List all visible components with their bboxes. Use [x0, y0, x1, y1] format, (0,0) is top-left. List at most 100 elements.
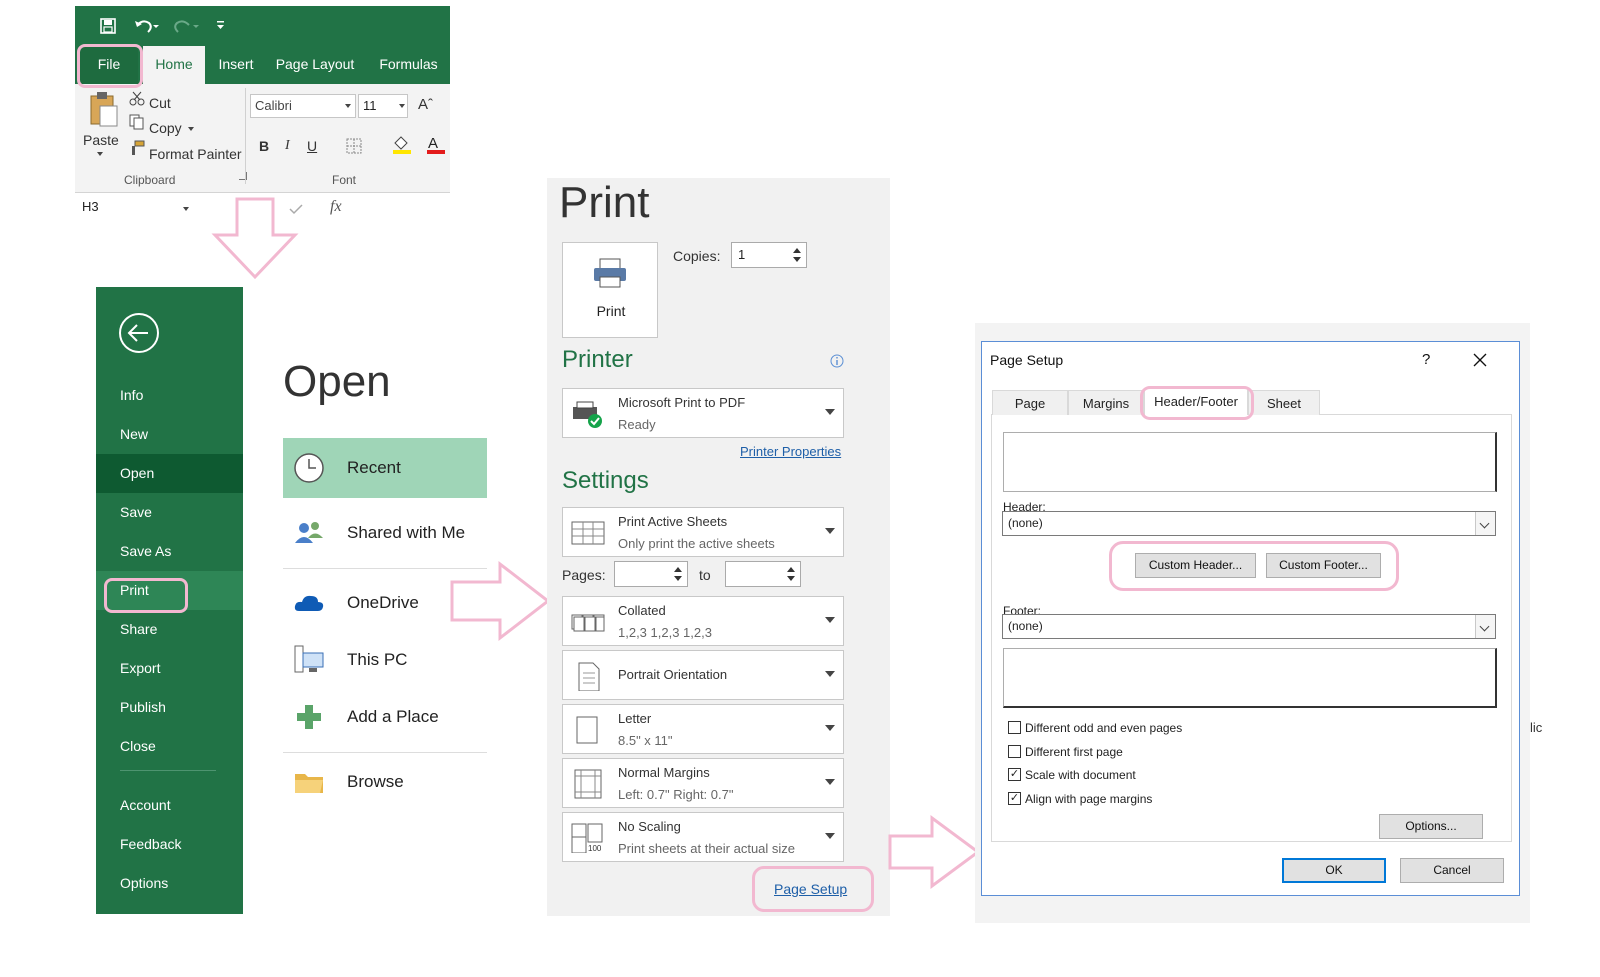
redo-icon[interactable]	[173, 17, 203, 35]
nav-options[interactable]: Options	[96, 864, 243, 903]
copy-icon[interactable]	[129, 114, 145, 130]
location-onedrive-label: OneDrive	[347, 593, 419, 612]
font-color-icon[interactable]: A	[425, 133, 447, 155]
spin-down-icon[interactable]	[793, 257, 801, 262]
pages-from-spinner[interactable]	[614, 561, 688, 587]
nav-new[interactable]: New	[96, 415, 243, 454]
copy-button[interactable]: Copy	[149, 120, 182, 136]
pages-to-spinner[interactable]	[725, 561, 801, 587]
name-box-dropdown-icon[interactable]	[183, 207, 189, 211]
footer-preview	[1003, 648, 1497, 708]
printer-status: Ready	[618, 417, 656, 432]
checkbox-first-page[interactable]	[1008, 745, 1021, 758]
tab-margins[interactable]: Margins	[1068, 390, 1144, 415]
nav-feedback[interactable]: Feedback	[96, 825, 243, 864]
cut-button[interactable]: Cut	[149, 95, 171, 111]
location-browse-label: Browse	[347, 772, 404, 791]
checkbox-scale-label: Scale with document	[1025, 768, 1136, 782]
pdf-printer-icon	[573, 401, 602, 428]
ok-button[interactable]: OK	[1282, 858, 1386, 883]
spin-up-icon[interactable]	[787, 567, 795, 572]
underline-button[interactable]: U	[307, 138, 317, 154]
italic-button[interactable]: I	[285, 138, 290, 154]
undo-icon[interactable]	[133, 17, 159, 35]
tab-sheet[interactable]: Sheet	[1248, 390, 1320, 415]
tab-page[interactable]: Page	[992, 390, 1068, 415]
insert-function-icon[interactable]: fx	[330, 198, 342, 216]
font-name-box[interactable]: Calibri	[250, 94, 356, 118]
copies-spinner[interactable]: 1	[731, 242, 807, 268]
copy-dropdown-icon[interactable]	[188, 127, 194, 131]
location-recent[interactable]: Recent	[283, 438, 487, 498]
close-icon[interactable]	[1473, 353, 1487, 367]
spin-up-icon[interactable]	[793, 248, 801, 253]
save-icon[interactable]	[99, 17, 117, 35]
checkbox-align-margins[interactable]: ✓	[1008, 792, 1021, 805]
orientation-dropdown[interactable]: Portrait Orientation	[562, 650, 844, 700]
spin-down-icon[interactable]	[787, 576, 795, 581]
location-add-place[interactable]: Add a Place	[283, 687, 487, 747]
customize-toolbar-icon[interactable]	[216, 20, 226, 32]
header-preview	[1003, 432, 1497, 492]
nav-share[interactable]: Share	[96, 610, 243, 649]
nav-close[interactable]: Close	[96, 727, 243, 766]
collation-dropdown[interactable]: Collated 1,2,3 1,2,3 1,2,3	[562, 596, 844, 646]
portrait-icon	[578, 662, 600, 691]
fill-color-icon[interactable]	[391, 133, 413, 155]
dropdown-caret-icon	[825, 617, 835, 623]
paper-size-dropdown[interactable]: Letter 8.5" x 11"	[562, 704, 844, 754]
location-shared[interactable]: Shared with Me	[283, 503, 487, 563]
paste-dropdown-icon[interactable]	[97, 152, 103, 156]
nav-publish[interactable]: Publish	[96, 688, 243, 727]
font-name-dropdown-icon[interactable]	[345, 104, 351, 108]
spin-up-icon[interactable]	[674, 567, 682, 572]
checkbox-scale-with-document[interactable]: ✓	[1008, 768, 1021, 781]
print-button[interactable]: Print	[562, 242, 658, 338]
paste-label[interactable]: Paste	[83, 132, 119, 148]
help-button[interactable]: ?	[1422, 351, 1430, 368]
info-icon[interactable]	[830, 354, 844, 368]
nav-save-as[interactable]: Save As	[96, 532, 243, 571]
spin-down-icon[interactable]	[674, 576, 682, 581]
chevron-down-icon[interactable]	[1475, 512, 1495, 535]
increase-font-icon[interactable]: Aˆ	[418, 96, 433, 113]
paper-icon	[576, 716, 598, 744]
borders-icon[interactable]	[345, 137, 363, 155]
tab-insert[interactable]: Insert	[209, 46, 263, 84]
cut-icon[interactable]	[129, 90, 145, 106]
nav-export[interactable]: Export	[96, 649, 243, 688]
format-painter-icon[interactable]	[129, 140, 145, 156]
svg-text:A: A	[428, 135, 438, 152]
printer-dropdown[interactable]: Microsoft Print to PDF Ready	[562, 388, 844, 438]
location-browse[interactable]: Browse	[283, 752, 487, 812]
tab-formulas[interactable]: Formulas	[367, 46, 450, 84]
nav-open[interactable]: Open	[96, 454, 243, 493]
bold-button[interactable]: B	[259, 138, 269, 154]
tab-page-layout[interactable]: Page Layout	[270, 46, 360, 84]
nav-save[interactable]: Save	[96, 493, 243, 532]
header-select[interactable]: (none)	[1002, 511, 1496, 536]
tab-home[interactable]: Home	[143, 46, 205, 84]
dropdown-caret-icon	[825, 725, 835, 731]
print-button-label: Print	[596, 303, 626, 319]
print-what-desc: Only print the active sheets	[618, 536, 775, 551]
printer-properties-link[interactable]: Printer Properties	[740, 444, 841, 459]
print-what-dropdown[interactable]: Print Active Sheets Only print the activ…	[562, 507, 844, 557]
footer-select[interactable]: (none)	[1002, 614, 1496, 639]
cancel-button[interactable]: Cancel	[1400, 858, 1504, 883]
format-painter-button[interactable]: Format Painter	[149, 146, 242, 162]
options-button[interactable]: Options...	[1379, 814, 1483, 839]
group-divider	[245, 88, 246, 184]
paste-icon[interactable]	[89, 90, 119, 128]
font-size-dropdown-icon[interactable]	[399, 104, 405, 108]
settings-heading: Settings	[562, 467, 649, 494]
nav-info[interactable]: Info	[96, 376, 243, 415]
nav-account[interactable]: Account	[96, 786, 243, 825]
name-box[interactable]: H3	[78, 196, 195, 220]
scaling-dropdown[interactable]: 100 No Scaling Print sheets at their act…	[562, 812, 844, 862]
chevron-down-icon[interactable]	[1475, 615, 1495, 638]
to-label: to	[699, 567, 711, 583]
margins-dropdown[interactable]: Normal Margins Left: 0.7" Right: 0.7"	[562, 758, 844, 808]
back-arrow-icon[interactable]	[117, 311, 161, 355]
checkbox-odd-even[interactable]	[1008, 721, 1021, 734]
